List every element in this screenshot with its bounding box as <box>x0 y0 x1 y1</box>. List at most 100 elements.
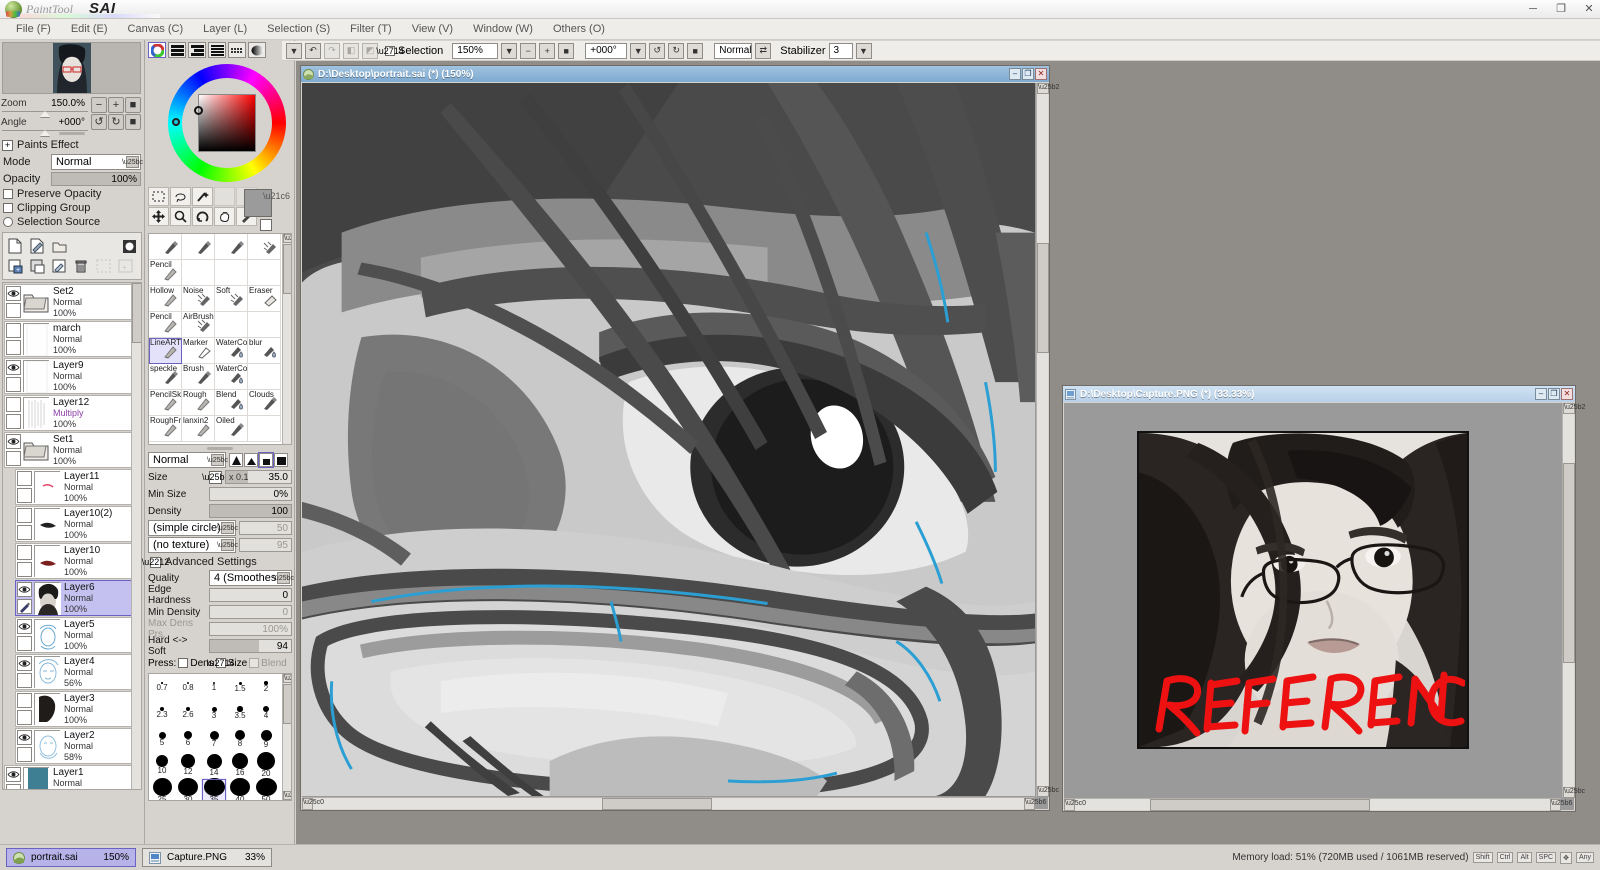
canvas-zoom-in-button[interactable]: + <box>539 42 556 59</box>
undo-button[interactable]: ↶ <box>305 42 321 59</box>
layer-visibility-toggle[interactable] <box>6 767 21 782</box>
zoom-icon[interactable] <box>170 207 191 226</box>
zoom-field[interactable]: 150% <box>452 42 499 59</box>
brush-preset-grid[interactable]: \u25b2 PencilHollowNoiseSoftEraserPencil… <box>148 233 292 445</box>
capture-close-icon[interactable]: ✕ <box>1561 388 1573 400</box>
min-density-slider[interactable]: 0 <box>209 605 292 619</box>
brush-preset-lineart[interactable]: LineART <box>149 338 182 364</box>
brush-preset-empty[interactable] <box>182 234 215 260</box>
color-picker[interactable] <box>146 60 295 185</box>
brush-preset-clouds[interactable]: Clouds <box>248 390 281 416</box>
minimize-icon[interactable]: ─ <box>1526 2 1540 16</box>
layer-visibility-toggle[interactable] <box>17 545 32 560</box>
menu-item-layer[interactable]: Layer (L) <box>193 21 257 37</box>
size-unit-toggle-icon[interactable]: \u25bc <box>202 470 229 484</box>
layer-row-layer2[interactable]: Layer2 Normal 58% <box>15 728 140 764</box>
canvas-window-titlebar[interactable]: D:\Desktop\portrait.sai (*) (150%) – ❐ ✕ <box>301 66 1049 82</box>
canvas-vscroll-thumb[interactable] <box>1037 243 1049 353</box>
navigator-preview[interactable] <box>2 42 141 94</box>
zoom-out-button[interactable]: − <box>91 97 107 113</box>
taskbar-tab-portrait[interactable]: portrait.sai 150% <box>6 848 136 867</box>
brush-scroll-up-icon[interactable]: \u25b2 <box>283 234 291 243</box>
layer-visibility-toggle[interactable] <box>17 693 32 708</box>
brush-preset-noise[interactable]: Noise <box>182 286 215 312</box>
color-wheel-icon[interactable] <box>148 42 166 58</box>
canvas-horizontal-scrollbar[interactable]: \u25c0 \u25b6 <box>302 797 1046 810</box>
brush-preset-empty[interactable] <box>149 234 182 260</box>
brush-preset-pencil[interactable]: Pencil <box>149 260 182 286</box>
layer-mask-icon[interactable] <box>119 237 139 256</box>
size-swatch-12[interactable]: 12 <box>175 752 201 778</box>
layer-select-toggle[interactable] <box>17 562 32 577</box>
canvas-restore-icon[interactable]: ❐ <box>1022 68 1034 80</box>
canvas-scroll-up-icon[interactable]: \u25b2 <box>1037 83 1059 94</box>
capture-scroll-right-icon[interactable]: \u25b6 <box>1550 799 1572 811</box>
stabilizer-dropdown-icon[interactable]: ▼ <box>855 42 872 59</box>
saturation-value-square[interactable] <box>198 94 256 152</box>
canvas-rotate-left-button[interactable]: ↺ <box>649 42 666 59</box>
preserve-opacity-row[interactable]: Preserve Opacity <box>0 187 144 201</box>
pressure-dens-checkbox[interactable] <box>178 658 189 668</box>
layer-select-toggle[interactable] <box>17 488 32 503</box>
chevron-down-icon[interactable]: \u25bc <box>217 539 238 551</box>
brush-preset-airbrush[interactable]: AirBrush <box>182 312 215 338</box>
new-linework-layer-icon[interactable] <box>27 237 47 256</box>
new-folder-icon[interactable] <box>49 237 69 256</box>
size-swatch-10[interactable]: 10 <box>149 752 175 778</box>
clipping-group-checkbox[interactable] <box>3 203 13 213</box>
color-list-icon[interactable] <box>208 42 226 58</box>
canvas-zoom-out-button[interactable]: − <box>520 42 537 59</box>
layer-select-toggle[interactable] <box>17 710 32 725</box>
canvas-close-icon[interactable]: ✕ <box>1035 68 1047 80</box>
menu-item-edit[interactable]: Edit (E) <box>61 21 118 37</box>
shape-square-icon[interactable] <box>274 453 288 467</box>
brush-shape-amount[interactable]: 50 <box>239 521 292 535</box>
texture-select[interactable]: (no texture) \u25bc <box>148 537 238 553</box>
zoom-dropdown-icon[interactable]: ▼ <box>501 42 518 59</box>
brush-preset-blur[interactable]: blur <box>248 338 281 364</box>
brush-preset-empty[interactable] <box>215 234 248 260</box>
brush-preset-empty[interactable] <box>248 364 281 390</box>
size-swatch-2.6[interactable]: 2.6 <box>175 700 201 726</box>
layer-visibility-toggle[interactable] <box>6 286 21 301</box>
brush-preset-pencilsk[interactable]: PencilSk <box>149 390 182 416</box>
lasso-icon[interactable] <box>170 187 191 206</box>
paints-effect-expander-icon[interactable]: + <box>2 139 13 151</box>
size-swatch-8[interactable]: 8 <box>227 726 253 752</box>
pressure-size-checkbox[interactable]: \u2714 <box>207 658 234 668</box>
duplicate-icon[interactable] <box>27 257 47 276</box>
size-swatch-0.7[interactable]: 0.7 <box>149 674 175 700</box>
layer-select-toggle[interactable] <box>6 451 21 466</box>
canvas-rotate-right-button[interactable]: ↻ <box>668 42 685 59</box>
layer-row-layer12[interactable]: Layer12 Multiply 100% <box>4 395 140 431</box>
rotation-dropdown-icon[interactable]: ▼ <box>630 42 647 59</box>
hand-icon[interactable] <box>214 207 235 226</box>
delete-layer-icon[interactable] <box>71 257 91 276</box>
layer-select-toggle[interactable] <box>17 599 32 614</box>
layer-visibility-toggle[interactable] <box>17 619 32 634</box>
rotate-icon[interactable] <box>192 207 213 226</box>
hue-cursor[interactable] <box>172 118 180 126</box>
hsv-slider-icon[interactable] <box>188 42 206 58</box>
brush-preset-speckle[interactable]: speckle <box>149 364 182 390</box>
opacity-slider[interactable]: 100% <box>51 172 141 186</box>
size-swatch-1.5[interactable]: 1.5 <box>227 674 253 700</box>
brush-shape-select[interactable]: (simple circle) \u25bc <box>148 520 238 536</box>
brush-scroll-thumb[interactable] <box>283 244 291 294</box>
shape-square-selected-icon[interactable] <box>258 452 274 468</box>
layer-select-toggle[interactable] <box>17 636 32 651</box>
flip-canvas-button[interactable]: ⇄ <box>755 42 772 59</box>
brush-preset-blend[interactable]: Blend <box>215 390 248 416</box>
brush-preset-empty[interactable] <box>248 260 281 286</box>
canvas-artwork-portrait[interactable] <box>302 83 1035 796</box>
brush-grid-scrollbar[interactable]: \u25b2 <box>282 234 291 444</box>
layer-row-layer9[interactable]: Layer9 Normal 100% <box>4 358 140 394</box>
advanced-settings-header[interactable]: \u2212 Advanced Settings <box>142 554 292 570</box>
capture-minimize-icon[interactable]: – <box>1535 388 1547 400</box>
brush-preset-waterco[interactable]: WaterCo <box>215 364 248 390</box>
brush-preset-empty[interactable] <box>248 312 281 338</box>
panel-resize-grip[interactable] <box>59 132 85 135</box>
zoom-in-button[interactable]: + <box>108 97 124 113</box>
view-mode-field[interactable]: Normal <box>714 42 753 59</box>
brush-preset-marker[interactable]: Marker <box>182 338 215 364</box>
